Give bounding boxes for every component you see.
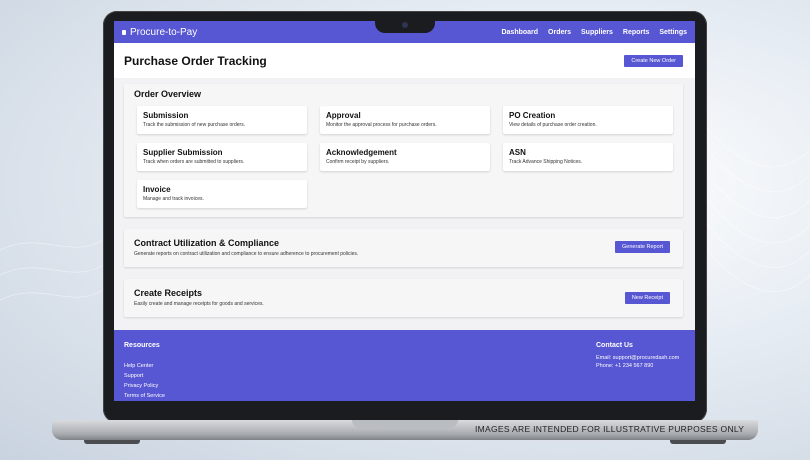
laptop-opening-notch: [352, 420, 458, 428]
page-title: Purchase Order Tracking: [124, 53, 267, 68]
generate-report-button[interactable]: Generate Report: [615, 241, 670, 253]
footer-link-support[interactable]: Support: [124, 373, 143, 379]
camera-icon: [402, 22, 408, 28]
nav-suppliers[interactable]: Suppliers: [581, 29, 613, 36]
brand[interactable]: Procure-to-Pay: [122, 27, 197, 38]
tile-submission[interactable]: Submission Track the submission of new p…: [137, 106, 307, 134]
receipts-desc: Easily create and manage receipts for go…: [134, 301, 264, 307]
footer-link-terms-of-service[interactable]: Terms of Service: [124, 393, 165, 399]
laptop-foot-left: [84, 440, 140, 444]
tile-desc: Monitor the approval process for purchas…: [326, 122, 437, 128]
footer: Resources Help Center Support Privacy Po…: [114, 330, 695, 401]
tile-desc: Track Advance Shipping Notices.: [509, 159, 583, 165]
tile-desc: View details of purchase order creation.: [509, 122, 597, 128]
laptop-foot-right: [670, 440, 726, 444]
main-nav: Dashboard Orders Suppliers Reports Setti…: [501, 29, 687, 36]
tile-desc: Confirm receipt by suppliers.: [326, 159, 390, 165]
tile-desc: Track the submission of new purchase ord…: [143, 122, 246, 128]
tile-approval[interactable]: Approval Monitor the approval process fo…: [320, 106, 490, 134]
tile-title: PO Creation: [509, 111, 556, 120]
tile-title: Acknowledgement: [326, 148, 397, 157]
tile-title: ASN: [509, 148, 526, 157]
tile-title: Submission: [143, 111, 189, 120]
contract-desc: Generate reports on contract utilization…: [134, 251, 359, 257]
page-header: Purchase Order Tracking Create New Order: [114, 43, 695, 78]
tile-acknowledgement[interactable]: Acknowledgement Confirm receipt by suppl…: [320, 143, 490, 171]
order-overview-card: Order Overview Submission Track the subm…: [124, 84, 683, 217]
brand-logo-icon: [122, 29, 126, 35]
resources-heading: Resources: [124, 342, 160, 349]
app-screen: Procure-to-Pay Dashboard Orders Supplier…: [114, 21, 695, 401]
order-overview-title: Order Overview: [134, 89, 202, 99]
tile-invoice[interactable]: Invoice Manage and track invoices.: [137, 180, 307, 208]
brand-name: Procure-to-Pay: [130, 26, 198, 38]
contact-heading: Contact Us: [596, 342, 633, 349]
tile-desc: Manage and track invoices.: [143, 196, 204, 202]
nav-dashboard[interactable]: Dashboard: [501, 29, 538, 36]
contact-phone: Phone: +1 234 567 890: [596, 363, 654, 369]
contract-compliance-card: Contract Utilization & Compliance Genera…: [124, 229, 683, 267]
nav-reports[interactable]: Reports: [623, 29, 649, 36]
footer-link-privacy-policy[interactable]: Privacy Policy: [124, 383, 158, 389]
tile-asn[interactable]: ASN Track Advance Shipping Notices.: [503, 143, 673, 171]
camera-notch: [375, 17, 435, 33]
tile-title: Supplier Submission: [143, 148, 223, 157]
new-receipt-button[interactable]: New Receipt: [624, 292, 670, 304]
contact-email[interactable]: Email: support@procuredash.com: [596, 355, 679, 361]
create-receipts-card: Create Receipts Easily create and manage…: [124, 279, 683, 317]
footer-link-help-center[interactable]: Help Center: [124, 363, 153, 369]
create-new-order-button[interactable]: Create New Order: [624, 54, 683, 67]
tile-desc: Track when orders are submitted to suppl…: [143, 159, 245, 165]
receipts-title: Create Receipts: [134, 288, 203, 298]
nav-settings[interactable]: Settings: [659, 29, 687, 36]
disclaimer-text: IMAGES ARE INTENDED FOR ILLUSTRATIVE PUR…: [475, 424, 745, 434]
tile-title: Invoice: [143, 185, 171, 194]
nav-orders[interactable]: Orders: [548, 29, 571, 36]
contract-title: Contract Utilization & Compliance: [134, 238, 280, 248]
tile-supplier-submission[interactable]: Supplier Submission Track when orders ar…: [137, 143, 307, 171]
tile-po-creation[interactable]: PO Creation View details of purchase ord…: [503, 106, 673, 134]
tile-title: Approval: [326, 111, 361, 120]
